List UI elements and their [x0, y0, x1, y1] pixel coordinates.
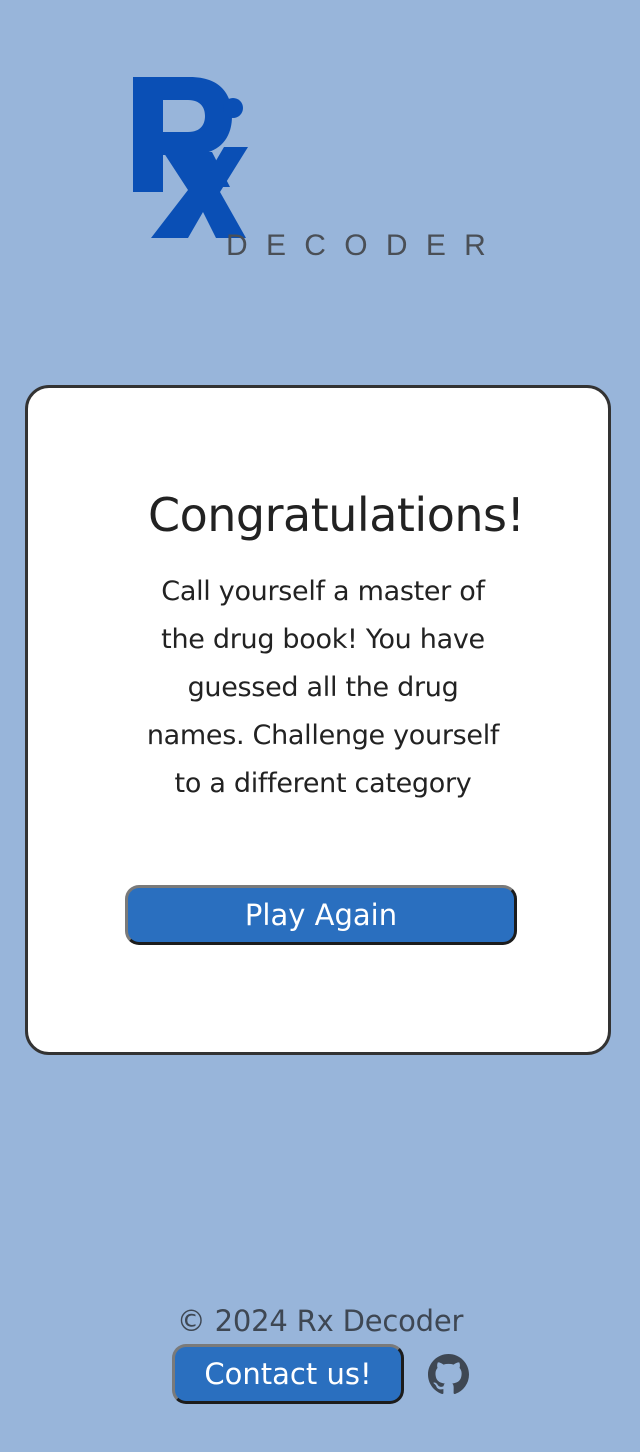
rx-decoder-logo: DECODER — [120, 62, 520, 261]
contact-us-button[interactable]: Contact us! — [172, 1344, 404, 1404]
github-icon[interactable] — [428, 1354, 469, 1395]
card-title: Congratulations! — [148, 488, 525, 542]
copyright-text: © 2024 Rx Decoder — [176, 1304, 464, 1338]
play-again-button[interactable]: Play Again — [125, 885, 517, 945]
logo-wordmark: DECODER — [226, 229, 505, 262]
completion-card: Congratulations! Call yourself a master … — [25, 385, 611, 1055]
card-message: Call yourself a master of the drug book!… — [146, 576, 500, 799]
rx-logo-mark — [133, 77, 248, 238]
